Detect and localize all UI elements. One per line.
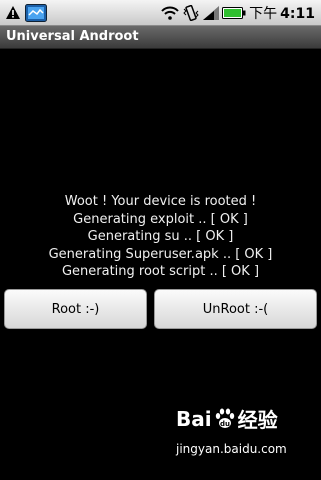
gallery-notification-icon[interactable] (25, 3, 47, 22)
unroot-button[interactable]: UnRoot :-( (154, 289, 317, 329)
signal-icon (203, 5, 220, 20)
status-time: 下午 4:11 (249, 5, 315, 22)
paw-icon: du (213, 407, 237, 431)
message-line: Woot ! Your device is rooted ! (64, 194, 257, 209)
app-title-bar: Universal Androot (0, 26, 321, 49)
message-line: Generating root script .. [ OK ] (61, 264, 260, 279)
svg-text:du: du (220, 420, 230, 428)
watermark-product: 经验 (237, 408, 278, 432)
status-messages: Woot ! Your device is rooted ! Generatin… (0, 193, 321, 281)
battery-icon (222, 6, 246, 20)
status-bar: 下午 4:11 (0, 0, 321, 26)
wifi-icon (161, 6, 179, 20)
vibrate-icon (182, 4, 200, 21)
message-line: Generating exploit .. [ OK ] (73, 211, 248, 227)
message-line: Generating su .. [ OK ] (87, 229, 234, 244)
watermark-brand: Bai (176, 406, 212, 431)
baidu-jingyan-watermark: Bai du 经验 jingyan.baidu.com (176, 404, 316, 468)
warning-icon[interactable] (5, 5, 21, 20)
message-line: Generating Superuser.apk .. [ OK ] (48, 246, 273, 262)
app-title: Universal Androot (6, 29, 139, 44)
root-button[interactable]: Root :-) (4, 289, 147, 329)
watermark-url: jingyan.baidu.com (176, 442, 287, 456)
